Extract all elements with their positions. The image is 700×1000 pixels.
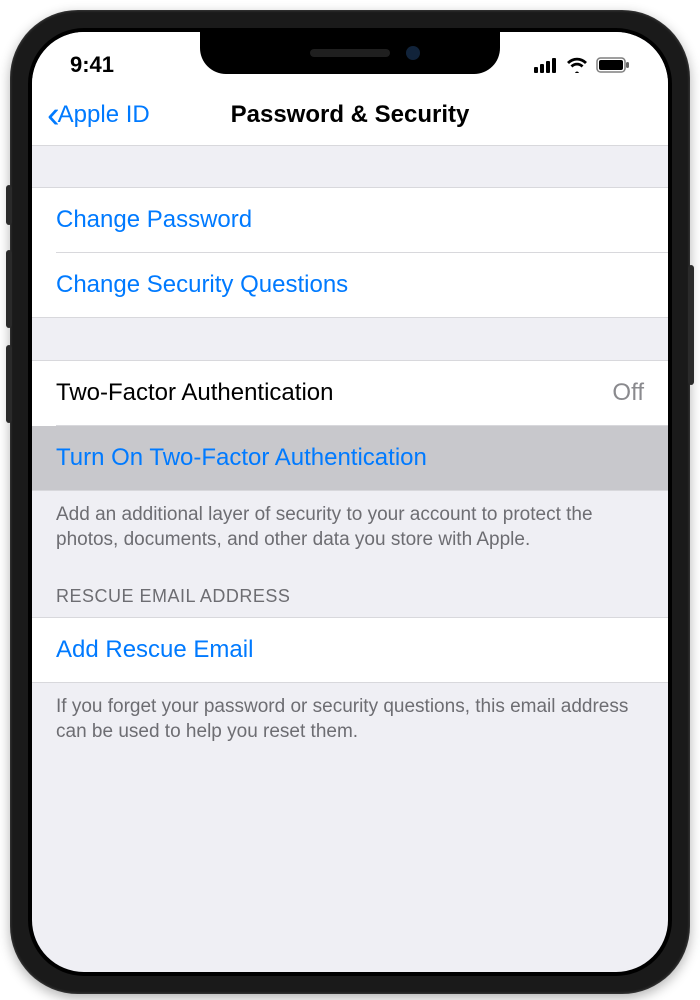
status-right [534, 57, 630, 73]
two-factor-status-row: Two-Factor Authentication Off [32, 361, 668, 425]
add-rescue-email-label: Add Rescue Email [56, 636, 253, 664]
phone-frame: 9:41 [10, 10, 690, 994]
cellular-signal-icon [534, 57, 558, 73]
change-security-questions-row[interactable]: Change Security Questions [32, 253, 668, 317]
section-spacer [32, 317, 668, 361]
back-button[interactable]: ‹ Apple ID [47, 96, 150, 134]
front-camera [406, 46, 420, 60]
status-time: 9:41 [70, 52, 114, 78]
power-button [688, 265, 694, 385]
speaker [310, 49, 390, 57]
two-factor-footer: Add an additional layer of security to y… [32, 490, 668, 566]
volume-down-button [6, 345, 12, 423]
turn-on-two-factor-label: Turn On Two-Factor Authentication [56, 444, 427, 472]
section-spacer [32, 146, 668, 188]
notch [200, 32, 500, 74]
rescue-email-header: RESCUE EMAIL ADDRESS [32, 566, 668, 618]
two-factor-value: Off [612, 379, 644, 407]
screen: 9:41 [32, 32, 668, 972]
add-rescue-email-row[interactable]: Add Rescue Email [32, 618, 668, 682]
mute-switch [6, 185, 12, 225]
change-password-row[interactable]: Change Password [32, 188, 668, 252]
turn-on-two-factor-row[interactable]: Turn On Two-Factor Authentication [32, 426, 668, 490]
wifi-icon [566, 57, 588, 73]
volume-up-button [6, 250, 12, 328]
rescue-email-footer: If you forget your password or security … [32, 682, 668, 758]
battery-icon [596, 57, 630, 73]
change-password-label: Change Password [56, 206, 252, 234]
back-label: Apple ID [58, 101, 150, 129]
change-security-questions-label: Change Security Questions [56, 271, 348, 299]
two-factor-label: Two-Factor Authentication [56, 379, 333, 407]
nav-bar: ‹ Apple ID Password & Security [32, 84, 668, 146]
